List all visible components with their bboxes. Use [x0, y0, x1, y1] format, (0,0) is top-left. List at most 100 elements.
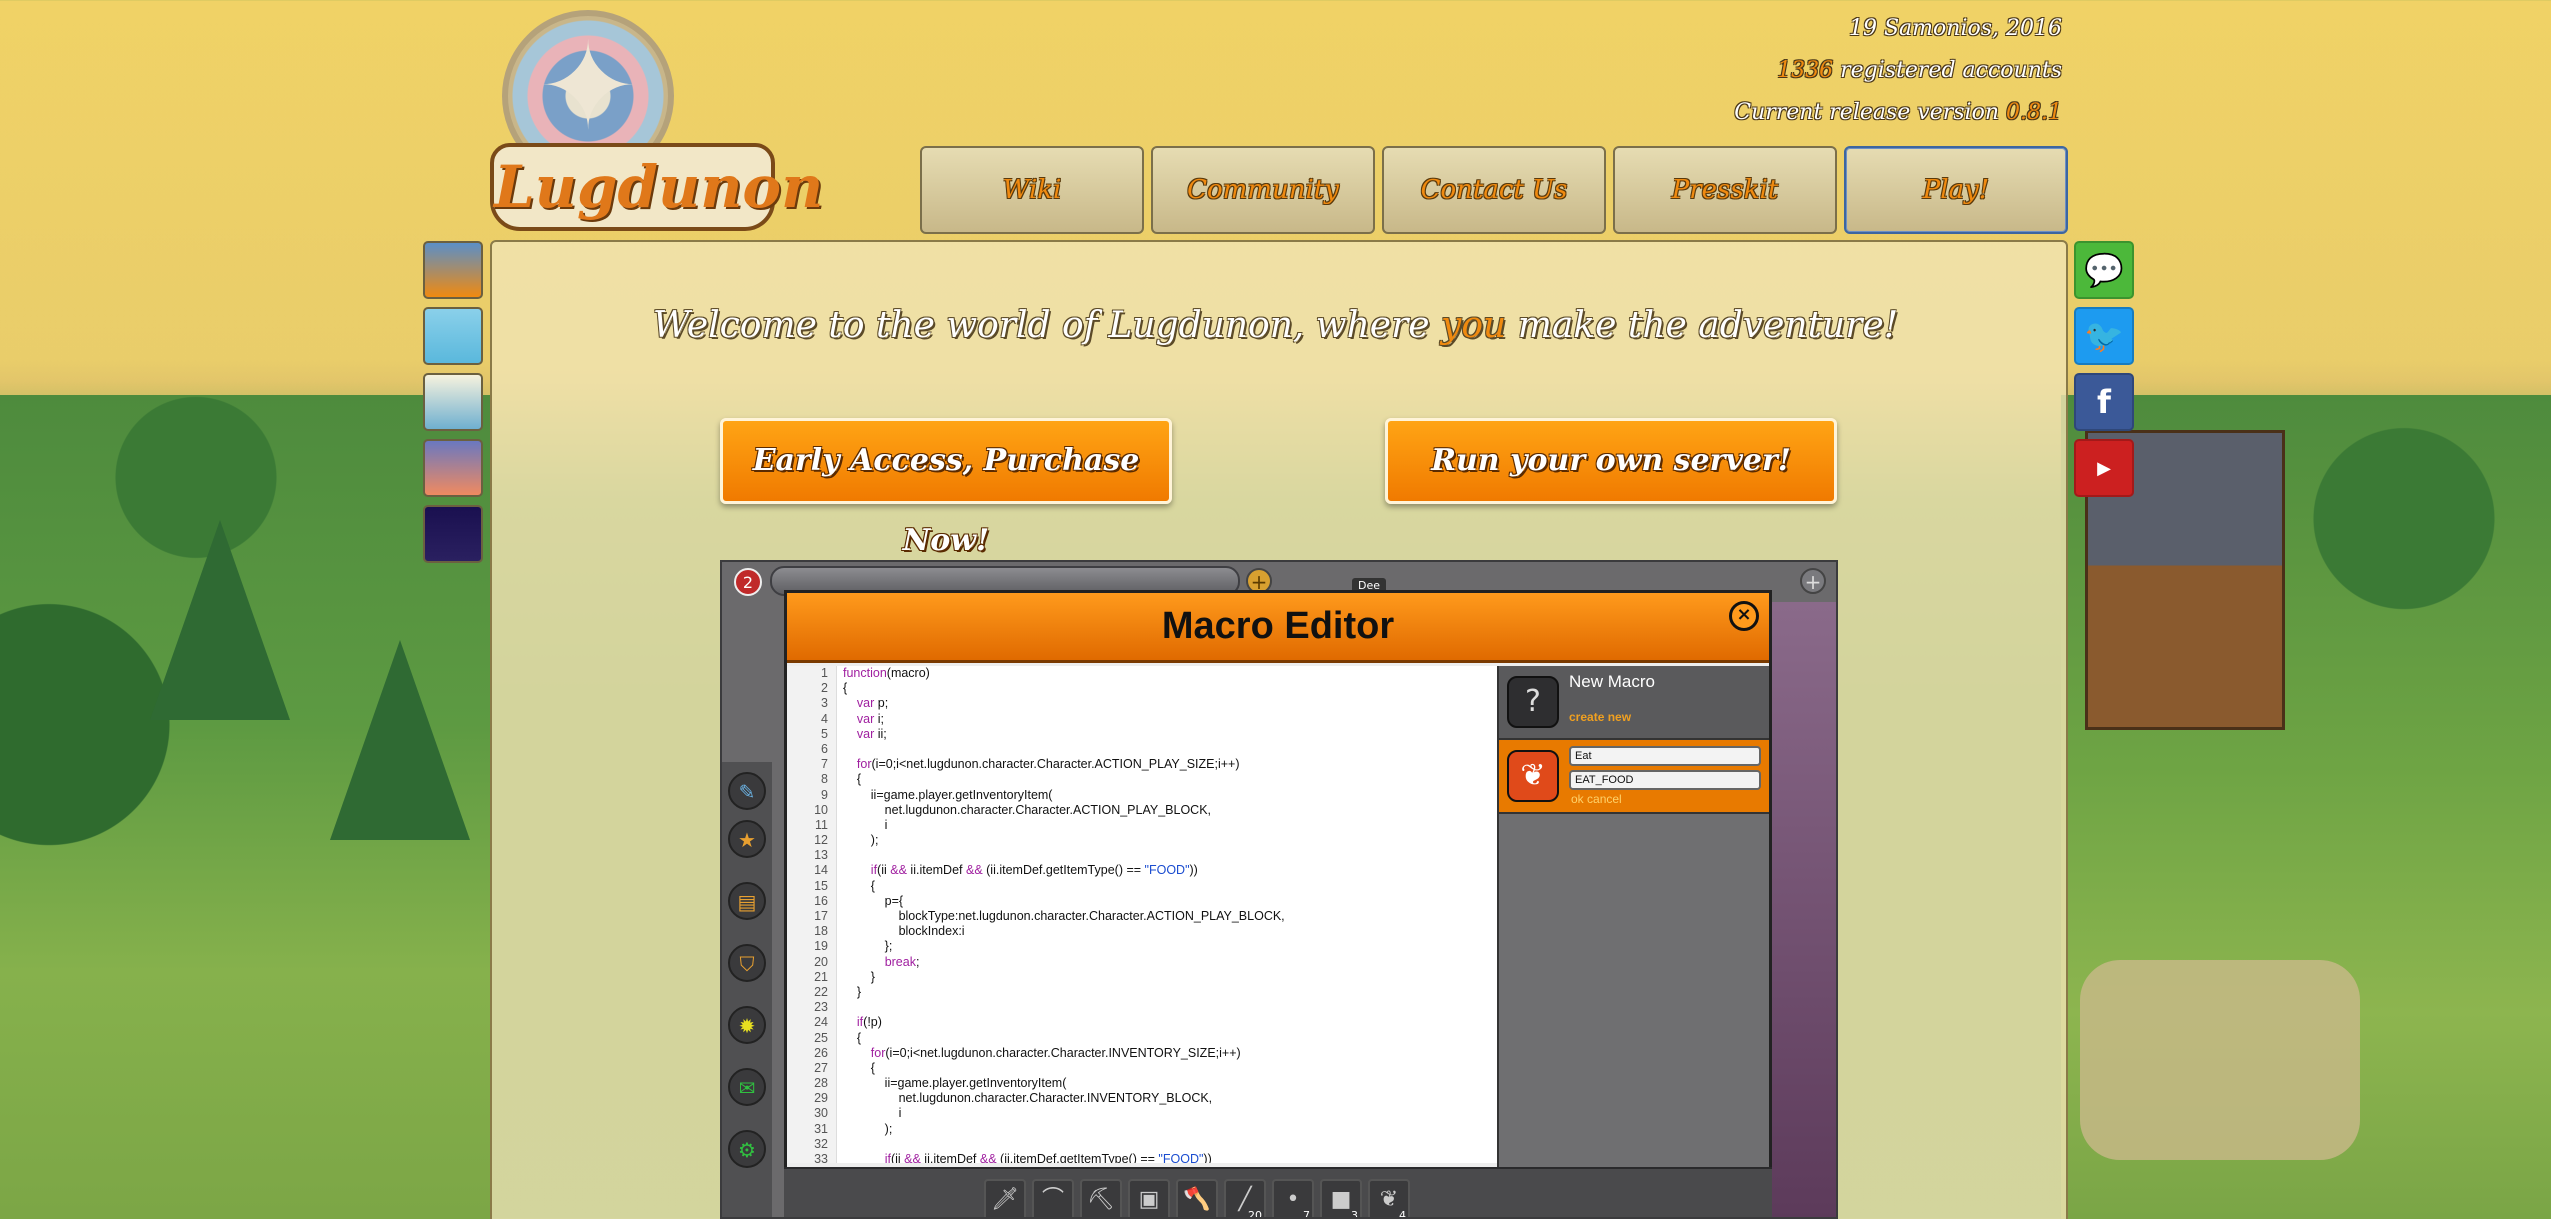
- pickaxe-icon: ⛏: [1080, 1179, 1122, 1217]
- speech-bubble-icon[interactable]: 💬: [2074, 241, 2134, 299]
- line-numbers: 1 2 3 4 5 6 7 8 9 10 11 12 13 14 15 16 17 18 19 20 21 22 23 24 2…: [787, 666, 837, 1163]
- theme-swatches: [423, 241, 483, 563]
- line-number: 31: [814, 1121, 828, 1136]
- line-number: 2: [821, 681, 828, 696]
- book-icon: ▤: [728, 882, 766, 920]
- question-icon: ?: [1507, 676, 1559, 728]
- close-icon: ×: [1729, 601, 1759, 631]
- line-number: 32: [814, 1136, 828, 1151]
- accounts-label: registered accounts: [1840, 58, 2062, 83]
- line-number: 25: [814, 1030, 828, 1045]
- line-number: 6: [821, 741, 828, 756]
- theme-swatch-dusk[interactable]: [423, 439, 483, 497]
- ok-link: ok: [1571, 792, 1584, 806]
- line-number: 8: [821, 772, 828, 787]
- star-icon: ★: [728, 820, 766, 858]
- stone-path: [2080, 960, 2360, 1160]
- code-line: for(i=0;i<net.lugdunon.character.Charact…: [856, 757, 1240, 772]
- theme-swatch-night[interactable]: [423, 505, 483, 563]
- line-number: 24: [814, 1015, 828, 1030]
- code-line: ii=game.player.getInventoryItem(: [843, 1076, 1067, 1091]
- code-line: p={: [843, 893, 904, 908]
- game-screenshot: 2 + Dee + ✎ ★ ▤ ⛉ ✹ ✉ ⚙ Macro Editor × 1…: [720, 560, 1838, 1219]
- release-version: Current release version 0.8.1: [1734, 98, 2062, 140]
- axe-icon: 🪓: [1176, 1179, 1218, 1217]
- macro-list: ? New Macro create new ❦ Eat EAT_FOOD ok…: [1497, 666, 1769, 1217]
- version-label: Current release version: [1734, 100, 2000, 125]
- line-number: 3: [821, 696, 828, 711]
- line-number: 29: [814, 1091, 828, 1106]
- code-line: );: [843, 1121, 893, 1136]
- purchase-button[interactable]: Early Access, Purchase Now!: [720, 418, 1172, 558]
- code-line: blockIndex:i: [843, 924, 965, 939]
- code-line: for(i=0;i<net.lugdunon.character.Charact…: [870, 1045, 1241, 1060]
- code-line: }: [843, 969, 875, 984]
- line-number: 23: [814, 1000, 828, 1015]
- cancel-link: cancel: [1587, 792, 1622, 806]
- code-line: i: [843, 817, 888, 832]
- line-number: 11: [815, 817, 828, 832]
- scroll-icon: ✎: [728, 772, 766, 810]
- theme-swatch-day[interactable]: [423, 373, 483, 431]
- code-line: var p;: [856, 696, 889, 711]
- line-number: 33: [814, 1152, 828, 1163]
- seed-icon: • 7: [1272, 1179, 1314, 1217]
- nav-contact-us[interactable]: Contact Us: [1382, 146, 1606, 234]
- line-number: 20: [814, 954, 828, 969]
- welcome-accent: you: [1441, 305, 1507, 346]
- item-hotbar: 🗡 ⌒ ⛏ ▣ 🪓 ╱ 20 • 7 ■ 3 ❦ 4: [784, 1167, 1772, 1219]
- code-line: {: [843, 1030, 862, 1045]
- code-line: {: [843, 772, 862, 787]
- theme-swatch-sunset[interactable]: [423, 241, 483, 299]
- accounts-count: 1336: [1777, 58, 1834, 83]
- header-info: 19 Samonios, 2016 1336 registered accoun…: [1734, 14, 2062, 140]
- code-line: net.lugdunon.character.Character.ACTION_…: [843, 802, 1212, 817]
- current-date: 19 Samonios, 2016: [1849, 16, 2062, 41]
- macro-editor-window: Macro Editor × 1 2 3 4 5 6 7 8 9 10 11 12 13 14 15 16 17…: [784, 590, 1772, 1217]
- code-line: var i;: [856, 711, 885, 726]
- code-line: if(ii && ii.itemDef && (ii.itemDef.getIt…: [870, 863, 1198, 878]
- code-lines: function(macro){ var p; var i; var ii; f…: [843, 666, 1285, 1163]
- pine-tree: [330, 640, 470, 840]
- line-number: 12: [814, 833, 828, 848]
- line-number: 17: [814, 909, 828, 923]
- code-line: blockType:net.lugdunon.character.Charact…: [843, 909, 1285, 923]
- nav-presskit[interactable]: Presskit: [1613, 146, 1837, 234]
- line-number: 14: [814, 863, 828, 878]
- run-server-button[interactable]: Run your own server!: [1385, 418, 1837, 504]
- code-line: net.lugdunon.character.Character.INVENTO…: [843, 1091, 1213, 1106]
- facebook-icon[interactable]: f: [2074, 373, 2134, 431]
- gear-icon: ⚙: [728, 1130, 766, 1168]
- code-line: if(!p): [856, 1015, 882, 1030]
- site-logo[interactable]: Lugdunon: [490, 8, 823, 233]
- macro-item-selected: ❦ Eat EAT_FOOD ok cancel: [1499, 740, 1769, 814]
- macro-id-field: EAT_FOOD: [1569, 770, 1761, 790]
- code-line: ii=game.player.getInventoryItem(: [843, 787, 1053, 802]
- code-line: if(ii && ii.itemDef && (ii.itemDef.getIt…: [884, 1152, 1212, 1163]
- line-number: 19: [814, 939, 828, 954]
- youtube-icon[interactable]: ▶: [2074, 439, 2134, 497]
- social-links: 💬 🐦 f ▶: [2074, 241, 2134, 497]
- line-number: 15: [814, 878, 828, 893]
- main-nav: Wiki Community Contact Us Presskit Play!: [920, 146, 2068, 234]
- create-new-link: create new: [1569, 710, 1632, 724]
- item-count: 4: [1399, 1209, 1406, 1219]
- line-number: 16: [814, 893, 828, 908]
- meat-icon: ❦: [1507, 750, 1559, 802]
- welcome-text-end: make the adventure!: [1506, 305, 1899, 346]
- line-number: 18: [814, 924, 828, 939]
- pine-tree: [150, 520, 290, 720]
- line-number: 28: [814, 1076, 828, 1091]
- macro-actions: ok cancel: [1571, 792, 1622, 806]
- plus-icon: +: [1800, 568, 1826, 594]
- item-count: 3: [1351, 1209, 1358, 1219]
- code-line: {: [843, 878, 875, 893]
- new-macro-item: ? New Macro create new: [1499, 666, 1769, 740]
- line-number: 13: [814, 848, 828, 863]
- nav-play[interactable]: Play!: [1844, 146, 2068, 234]
- nav-community[interactable]: Community: [1151, 146, 1375, 234]
- nav-wiki[interactable]: Wiki: [920, 146, 1144, 234]
